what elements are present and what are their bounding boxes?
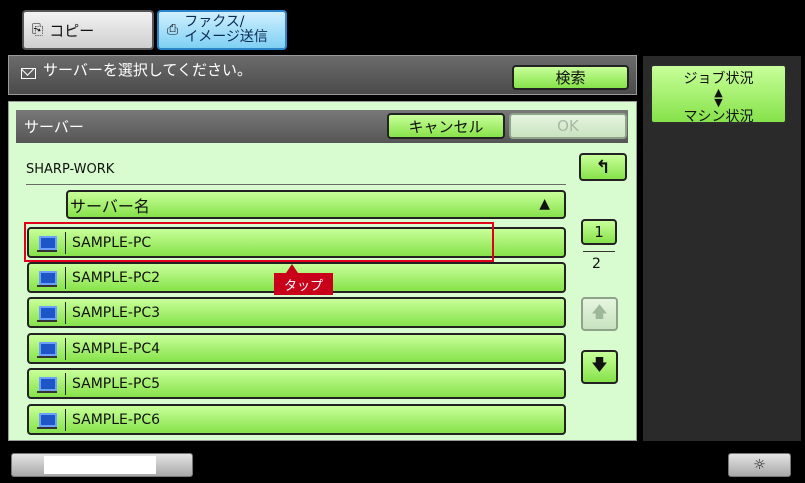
server-name-column-header[interactable]: サーバー名 ▲ [66, 190, 566, 219]
swap-arrows-icon: ▲ ▼ [714, 86, 723, 109]
column-header-label: サーバー名 [70, 196, 150, 216]
server-name: SAMPLE-PC6 [72, 411, 161, 428]
sort-ascending-icon: ▲ [539, 196, 550, 212]
workgroup-label: SHARP-WORK [26, 162, 115, 177]
tab-fax-label-line1: ファクス/ [184, 14, 245, 30]
computer-icon [37, 376, 57, 393]
computer-icon [37, 341, 57, 358]
computer-icon [37, 270, 57, 287]
back-button[interactable]: ↰ [579, 153, 627, 181]
server-name: SAMPLE-PC4 [72, 340, 161, 357]
page-divider [583, 251, 615, 252]
job-status-label: ジョブ状況 [683, 71, 754, 87]
copy-icon: ⎘ [32, 22, 44, 38]
page-total: 2 [592, 256, 601, 272]
panel-title: サーバー [24, 118, 84, 136]
computer-icon [37, 305, 57, 322]
computer-icon [37, 412, 57, 429]
tap-callout: タップ [274, 264, 333, 295]
server-name: SAMPLE-PC2 [72, 269, 161, 286]
ok-button[interactable]: OK [509, 113, 627, 139]
scroll-down-button[interactable]: 🡇 [581, 350, 618, 384]
workgroup-divider [26, 184, 566, 185]
list-item[interactable]: SAMPLE-PC4 [27, 333, 566, 364]
status-bar[interactable] [11, 453, 193, 477]
tab-copy[interactable]: ⎘ コピー [22, 10, 154, 50]
cancel-button[interactable]: キャンセル [387, 113, 505, 139]
machine-status-label: マシン状況 [683, 109, 754, 125]
server-name: SAMPLE-PC3 [72, 304, 161, 321]
status-field [44, 456, 156, 474]
tab-fax-image-send[interactable]: ⎙ ファクス/ イメージ送信 [157, 10, 287, 50]
fax-icon: ⎙ [167, 22, 179, 38]
search-button[interactable]: 検索 [512, 65, 629, 90]
brightness-icon: ☼ [753, 457, 766, 473]
return-arrow-icon: ↰ [595, 156, 611, 178]
tab-copy-label: コピー [49, 21, 95, 40]
page-number-button[interactable]: 1 [581, 219, 617, 245]
server-name: SAMPLE-PC5 [72, 375, 161, 392]
brightness-button[interactable]: ☼ [728, 453, 791, 477]
scroll-up-button[interactable]: 🡅 [581, 297, 618, 331]
list-item[interactable]: SAMPLE-PC5 [27, 368, 566, 399]
tab-fax-label-line2: イメージ送信 [184, 29, 268, 45]
list-item[interactable]: SAMPLE-PC3 [27, 297, 566, 328]
arrow-down-icon: 🡇 [591, 354, 608, 374]
tap-highlight-box [24, 222, 494, 262]
mail-icon [21, 68, 36, 79]
list-item[interactable]: SAMPLE-PC6 [27, 404, 566, 435]
job-status-button[interactable]: ジョブ状況 ▲ ▼ マシン状況 [650, 64, 787, 125]
instruction-message: サーバーを選択してください。 [43, 61, 252, 79]
arrow-up-icon: 🡅 [591, 301, 608, 321]
